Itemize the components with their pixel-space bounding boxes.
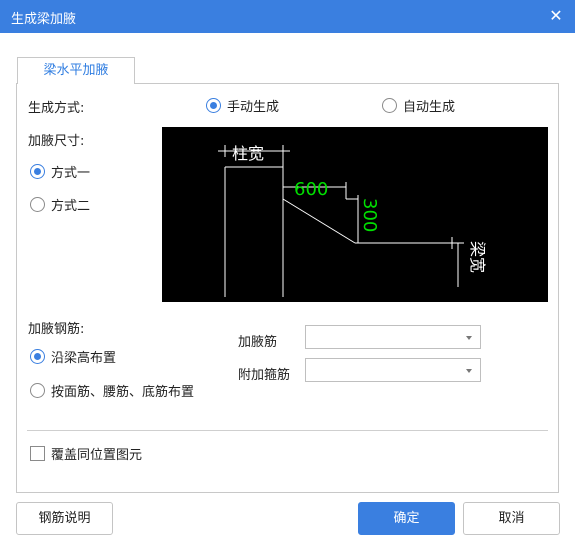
haunch-bar-select[interactable]	[305, 325, 481, 349]
haunch-size-label: 加腋尺寸:	[28, 134, 85, 149]
haunch-bar-label: 加腋筋	[238, 335, 278, 350]
auto-generate-label: 自动生成	[403, 99, 456, 115]
auto-generate-radio[interactable]: 自动生成	[382, 96, 456, 115]
by-face-waist-bottom-label: 按面筋、腰筋、底筋布置	[51, 384, 195, 400]
title-bar: 生成梁加腋 ✕	[0, 0, 575, 33]
size-method-two-radio[interactable]: 方式二	[30, 195, 91, 214]
haunch-preview-diagram: 柱宽 600 300 梁宽	[162, 127, 548, 302]
generation-method-label: 生成方式:	[28, 101, 85, 116]
by-face-waist-bottom-radio[interactable]: 按面筋、腰筋、底筋布置	[30, 381, 195, 400]
dim-600-text: 600	[294, 179, 328, 200]
along-beam-height-radio[interactable]: 沿梁高布置	[30, 347, 117, 366]
tab-beam-horizontal-haunch[interactable]: 梁水平加腋	[17, 57, 135, 84]
haunch-slope	[282, 198, 356, 244]
checkbox-icon	[30, 445, 45, 461]
cancel-button[interactable]: 取消	[463, 502, 560, 535]
radio-selected-icon	[206, 97, 221, 113]
chevron-down-icon	[466, 336, 472, 340]
size-method-one-label: 方式一	[51, 165, 91, 181]
radio-unselected-icon	[382, 97, 397, 113]
radio-selected-icon	[30, 348, 45, 364]
override-same-position-label: 覆盖同位置图元	[51, 447, 143, 463]
dim-300-text: 300	[359, 198, 380, 232]
extra-stirrup-label: 附加箍筋	[238, 368, 291, 383]
ok-button[interactable]: 确定	[358, 502, 455, 535]
dialog-title: 生成梁加腋	[11, 12, 77, 27]
radio-unselected-icon	[30, 196, 45, 212]
divider	[27, 430, 548, 431]
radio-unselected-icon	[30, 382, 45, 398]
column-width-text: 柱宽	[232, 144, 264, 163]
along-beam-height-label: 沿梁高布置	[51, 350, 117, 366]
close-icon[interactable]: ✕	[547, 6, 565, 26]
beam-width-text: 梁宽	[468, 241, 487, 273]
rebar-help-button[interactable]: 钢筋说明	[16, 502, 113, 535]
haunch-diagram-svg: 柱宽 600 300 梁宽	[218, 144, 487, 297]
size-method-one-radio[interactable]: 方式一	[30, 162, 91, 181]
chevron-down-icon	[466, 369, 472, 373]
manual-generate-radio[interactable]: 手动生成	[206, 96, 280, 115]
size-method-two-label: 方式二	[51, 198, 91, 214]
extra-stirrup-select[interactable]	[305, 358, 481, 382]
radio-selected-icon	[30, 163, 45, 179]
diagram-lines	[218, 145, 464, 297]
override-same-position-checkbox[interactable]: 覆盖同位置图元	[30, 444, 143, 463]
manual-generate-label: 手动生成	[227, 99, 280, 115]
haunch-rebar-label: 加腋钢筋:	[28, 322, 85, 337]
